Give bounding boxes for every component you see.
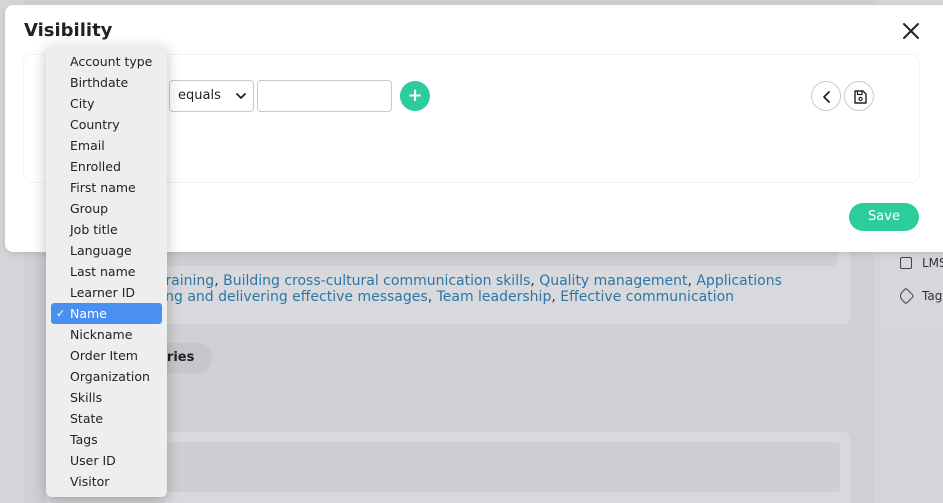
- sidebar-item-tags[interactable]: Tag: [897, 287, 943, 305]
- condition-value-input[interactable]: [257, 80, 392, 112]
- dropdown-option[interactable]: Order Item: [51, 345, 162, 366]
- dropdown-option[interactable]: Email: [51, 135, 162, 156]
- save-button[interactable]: Save: [849, 203, 919, 231]
- dropdown-option[interactable]: Learner ID: [51, 282, 162, 303]
- field-dropdown-list[interactable]: Account type Birthdate City Country Emai…: [46, 45, 167, 497]
- database-icon: [900, 257, 912, 269]
- sidebar-item-label: LMS: [922, 256, 943, 270]
- dropdown-option[interactable]: Nickname: [51, 324, 162, 345]
- dropdown-option[interactable]: City: [51, 93, 162, 114]
- skill-link[interactable]: Quality management: [539, 273, 687, 289]
- dropdown-option[interactable]: Country: [51, 114, 162, 135]
- close-icon: [903, 23, 919, 39]
- tag-icon: [897, 287, 915, 305]
- skill-link[interactable]: Building cross-cultural communication sk…: [223, 273, 530, 289]
- skills-links: t training, Building cross-cultural comm…: [150, 273, 782, 305]
- secondary-card-inner: [56, 442, 840, 492]
- close-button[interactable]: [899, 19, 923, 43]
- floppy-disk-icon: [854, 90, 867, 104]
- dropdown-option[interactable]: User ID: [51, 450, 162, 471]
- dropdown-option[interactable]: Birthdate: [51, 72, 162, 93]
- skill-link[interactable]: rting and delivering effective messages: [150, 289, 428, 305]
- dropdown-option[interactable]: Tags: [51, 429, 162, 450]
- dropdown-option[interactable]: Skills: [51, 387, 162, 408]
- operator-value: equals: [178, 88, 221, 103]
- dropdown-option[interactable]: Group: [51, 198, 162, 219]
- dropdown-option[interactable]: State: [51, 408, 162, 429]
- dropdown-option[interactable]: Account type: [51, 51, 162, 72]
- dropdown-option[interactable]: Job title: [51, 219, 162, 240]
- dropdown-option[interactable]: Language: [51, 240, 162, 261]
- dropdown-option-selected[interactable]: ✓ Name: [51, 303, 162, 324]
- chevron-down-icon: [236, 93, 246, 99]
- operator-select[interactable]: equals: [169, 80, 254, 112]
- dropdown-option[interactable]: Organization: [51, 366, 162, 387]
- skill-link[interactable]: Applications: [696, 273, 782, 289]
- skill-link[interactable]: Effective communication: [560, 289, 734, 305]
- chevron-left-icon: [823, 91, 830, 103]
- back-button[interactable]: [811, 81, 841, 111]
- sidebar-item-lms[interactable]: LMS: [900, 256, 943, 270]
- save-condition-button[interactable]: [844, 81, 874, 111]
- dropdown-option[interactable]: First name: [51, 177, 162, 198]
- dropdown-option[interactable]: Last name: [51, 261, 162, 282]
- add-condition-button[interactable]: +: [400, 81, 430, 111]
- skill-link[interactable]: Team leadership: [437, 289, 552, 305]
- sidebar-item-label: Tag: [922, 289, 943, 303]
- modal-title: Visibility: [24, 20, 113, 41]
- dropdown-option[interactable]: Enrolled: [51, 156, 162, 177]
- dropdown-option[interactable]: Visitor: [51, 471, 162, 492]
- checkmark-icon: ✓: [56, 307, 66, 320]
